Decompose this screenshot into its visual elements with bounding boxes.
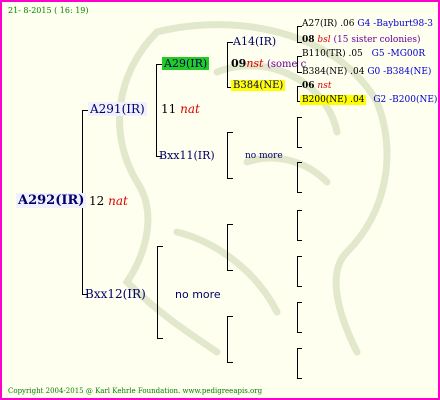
gen4-name[interactable]: B384(NE) <box>302 67 347 77</box>
connector-line <box>227 42 228 88</box>
root-year-tag: nat <box>108 194 128 208</box>
gen4-entry: B384(NE) .04 G0 -B384(NE) <box>302 67 431 77</box>
connector-line <box>297 147 302 148</box>
gen4-highlighted-name[interactable]: B200(NE) .04 <box>300 95 367 105</box>
connector-line <box>227 316 228 362</box>
gen4-info: G2 -B200(NE) <box>373 95 438 105</box>
root-year-number: 12 <box>89 194 105 208</box>
root-queen-year: 12 nat <box>89 194 128 208</box>
connector-line <box>297 117 298 147</box>
gen4-name[interactable]: A27(IR) <box>302 19 337 29</box>
connector-line <box>297 240 302 241</box>
connector-line <box>297 348 298 378</box>
connector-line <box>156 64 157 157</box>
connector-line <box>227 178 233 179</box>
gen2-drone-name[interactable]: Bxx11(IR) <box>159 149 215 162</box>
gen4-entry: A27(IR) .06 G4 -Bayburt98-3 <box>302 19 433 29</box>
gen2-queen-year: 09nst (some c <box>231 57 306 70</box>
no-more-label: no more <box>175 288 221 301</box>
gen4-value: .05 <box>348 49 363 59</box>
gen4-year-tag: nst <box>317 81 332 91</box>
gen4-value: .04 <box>350 67 365 77</box>
connector-line <box>297 302 298 332</box>
gen4-year-tag: bsl <box>317 35 331 45</box>
gen4-year: 08 <box>302 35 315 45</box>
gen4-value: .04 <box>350 95 365 105</box>
gen4-info: G0 -B384(NE) <box>367 67 432 77</box>
no-more-label: no more <box>245 151 283 161</box>
date-stamp: 21- 8-2015 ( 16: 19) <box>8 6 89 15</box>
connector-line <box>297 210 302 211</box>
connector-line <box>227 132 233 133</box>
gen1-queen-name[interactable]: A291(IR) <box>88 102 147 116</box>
connector-line <box>227 224 228 270</box>
connector-line <box>297 26 298 42</box>
root-queen-name[interactable]: A292(IR) <box>16 193 87 208</box>
connector-line <box>297 286 302 287</box>
gen3-drone-name[interactable]: B384(NE) <box>231 80 286 91</box>
connector-line <box>227 270 233 271</box>
gen4-entry: B200(NE) .04 G2 -B200(NE) <box>300 95 437 105</box>
connector-line <box>227 132 228 178</box>
gen4-name: B200(NE) <box>302 95 348 105</box>
connector-line <box>297 378 302 379</box>
copyright-footer: Copyright 2004-2015 @ Karl Kehrle Founda… <box>8 387 263 395</box>
connector-line <box>297 210 298 240</box>
pedigree-frame: 21- 8-2015 ( 16: 19) A292(IR) 12 nat A29… <box>0 0 440 400</box>
gen1-queen-year: 11 nat <box>161 102 200 116</box>
connector-line <box>297 302 302 303</box>
gen4-value: .06 <box>340 19 355 29</box>
gen2-extra-note: (some c <box>266 59 307 70</box>
gen4-entry: 06 nst <box>302 81 331 91</box>
connector-line <box>297 192 302 193</box>
gen4-year: 06 <box>302 81 315 91</box>
connector-line <box>227 362 233 363</box>
connector-line <box>297 348 302 349</box>
connector-line <box>157 246 163 247</box>
connector-line <box>297 117 302 118</box>
connector-line <box>297 86 298 102</box>
gen4-name[interactable]: B110(TR) <box>302 49 346 59</box>
gen1-drone-name[interactable]: Bxx12(IR) <box>85 287 146 301</box>
gen2-year-tag: nst <box>246 57 264 70</box>
gen3-queen-name[interactable]: A14(IR) <box>233 35 276 48</box>
connector-line <box>227 316 233 317</box>
gen1-year-tag: nat <box>180 102 200 116</box>
gen4-entry: B110(TR) .05 G5 -MG00R <box>302 49 425 59</box>
gen4-info: G4 -Bayburt98-3 <box>357 19 433 29</box>
gen4-info: (15 sister colonies) <box>333 35 421 45</box>
connector-line <box>227 224 233 225</box>
connector-line <box>297 162 302 163</box>
connector-line <box>297 256 298 286</box>
connector-line <box>297 256 302 257</box>
gen2-year-number: 09 <box>231 57 247 70</box>
connector-line <box>297 332 302 333</box>
gen4-entry: 08 bsl (15 sister colonies) <box>302 35 420 45</box>
connector-line <box>157 338 163 339</box>
connector-line <box>297 162 298 192</box>
gen1-year-number: 11 <box>161 102 177 116</box>
gen2-queen-name[interactable]: A29(IR) <box>162 57 210 70</box>
gen4-info: G5 -MG00R <box>371 49 426 59</box>
connector-line <box>157 246 158 338</box>
